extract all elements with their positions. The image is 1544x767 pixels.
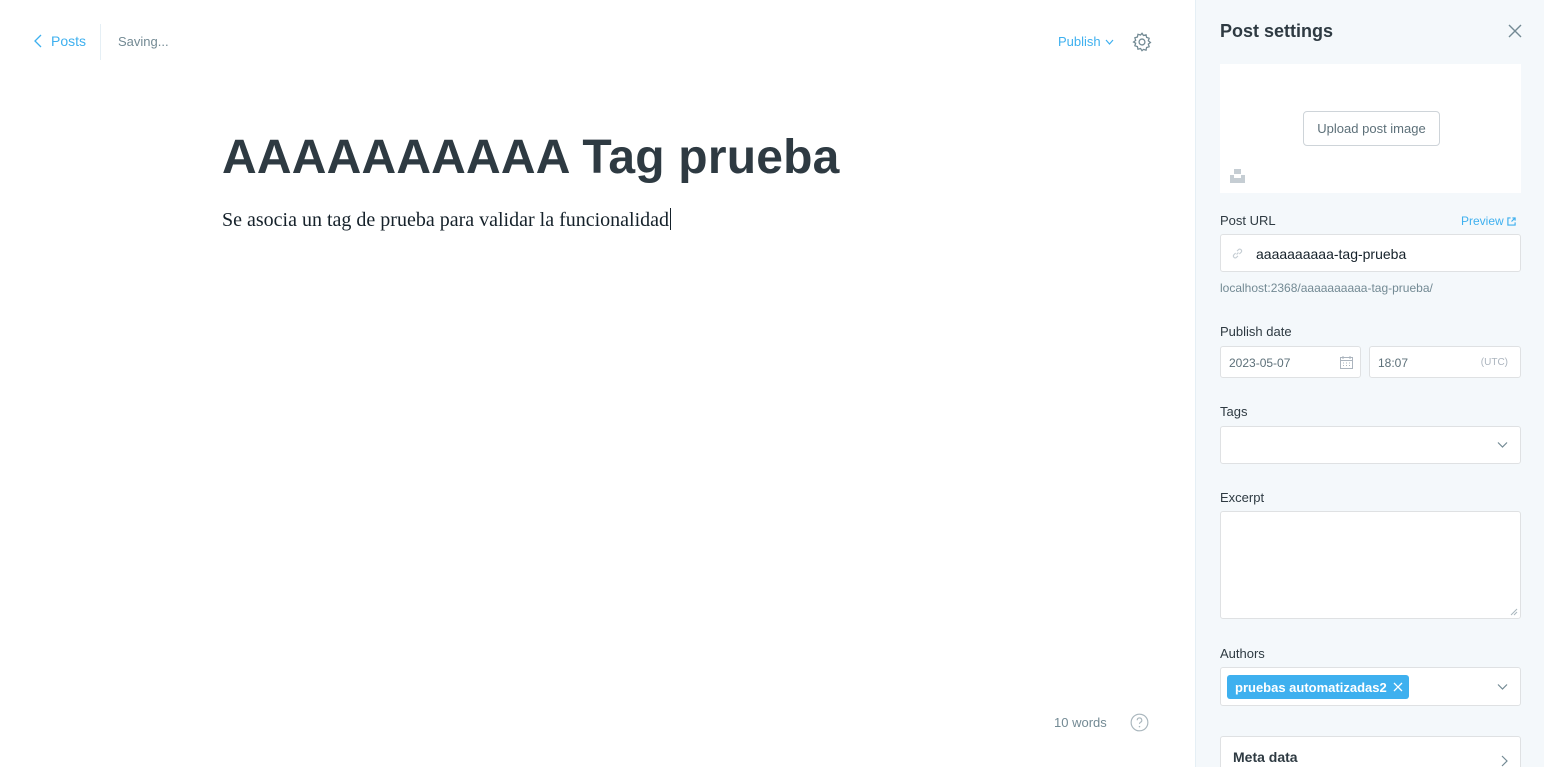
post-url-input[interactable]: aaaaaaaaaa-tag-prueba (1220, 234, 1521, 272)
post-settings-panel: Post settings Upload post image Post URL… (1195, 0, 1544, 767)
full-url-text: localhost:2368/aaaaaaaaaa-tag-prueba/ (1220, 281, 1433, 295)
post-url-value: aaaaaaaaaa-tag-prueba (1256, 246, 1407, 262)
authors-select[interactable]: pruebas automatizadas2 (1220, 667, 1521, 706)
excerpt-textarea[interactable] (1220, 511, 1521, 619)
back-to-posts-link[interactable]: Posts (34, 33, 86, 49)
word-count: 10 words (1054, 715, 1107, 730)
publish-label: Publish (1058, 34, 1101, 49)
publish-menu-button[interactable]: Publish (1058, 34, 1114, 49)
time-value: 18:07 (1378, 356, 1409, 370)
chevron-down-icon (1497, 684, 1508, 690)
post-body-text: Se asocia un tag de prueba para validar … (222, 209, 670, 231)
post-image-dropzone[interactable]: Upload post image (1220, 64, 1521, 193)
chevron-right-icon (1501, 755, 1508, 767)
post-body[interactable]: Se asocia un tag de prueba para validar … (222, 208, 672, 232)
gear-icon[interactable] (1131, 31, 1153, 53)
publish-date-input[interactable]: 2023-05-07 (1220, 346, 1361, 378)
timezone-label: (UTC) (1480, 357, 1508, 368)
external-link-icon (1507, 216, 1516, 226)
upload-post-image-button[interactable]: Upload post image (1303, 111, 1440, 146)
publish-date-label: Publish date (1220, 324, 1292, 339)
meta-data-button[interactable]: Meta data (1220, 736, 1521, 767)
chevron-down-icon (1105, 39, 1114, 45)
resize-handle-icon[interactable] (1510, 608, 1518, 616)
editor-topbar: Posts Saving... Publish (0, 0, 1195, 85)
date-value: 2023-05-07 (1229, 356, 1291, 370)
publish-time-input[interactable]: 18:07 (UTC) (1369, 346, 1521, 378)
tags-label: Tags (1220, 404, 1248, 419)
author-name: pruebas automatizadas2 (1235, 679, 1387, 695)
preview-link[interactable]: Preview (1461, 214, 1516, 228)
excerpt-label: Excerpt (1220, 490, 1265, 505)
author-token[interactable]: pruebas automatizadas2 (1227, 675, 1409, 699)
authors-label: Authors (1220, 646, 1265, 661)
post-title[interactable]: AAAAAAAAAA Tag prueba (222, 130, 840, 185)
editor-area: Posts Saving... Publish AAAAAAAAAA Tag p… (0, 0, 1195, 767)
tags-select[interactable] (1220, 426, 1521, 464)
link-icon (1232, 248, 1243, 259)
chevron-left-icon (34, 34, 42, 48)
image-icon[interactable] (1230, 168, 1245, 184)
calendar-icon[interactable] (1340, 356, 1353, 369)
remove-author-icon[interactable] (1393, 682, 1403, 692)
save-status: Saving... (118, 34, 169, 49)
text-caret (670, 208, 672, 230)
chevron-down-icon (1497, 442, 1508, 448)
back-label: Posts (51, 33, 87, 49)
close-icon[interactable] (1506, 22, 1524, 40)
meta-data-label: Meta data (1233, 749, 1298, 765)
topbar-divider (100, 24, 101, 60)
help-icon[interactable] (1130, 713, 1149, 732)
panel-title: Post settings (1220, 21, 1334, 41)
post-url-label: Post URL (1220, 213, 1276, 228)
preview-label: Preview (1461, 214, 1504, 228)
